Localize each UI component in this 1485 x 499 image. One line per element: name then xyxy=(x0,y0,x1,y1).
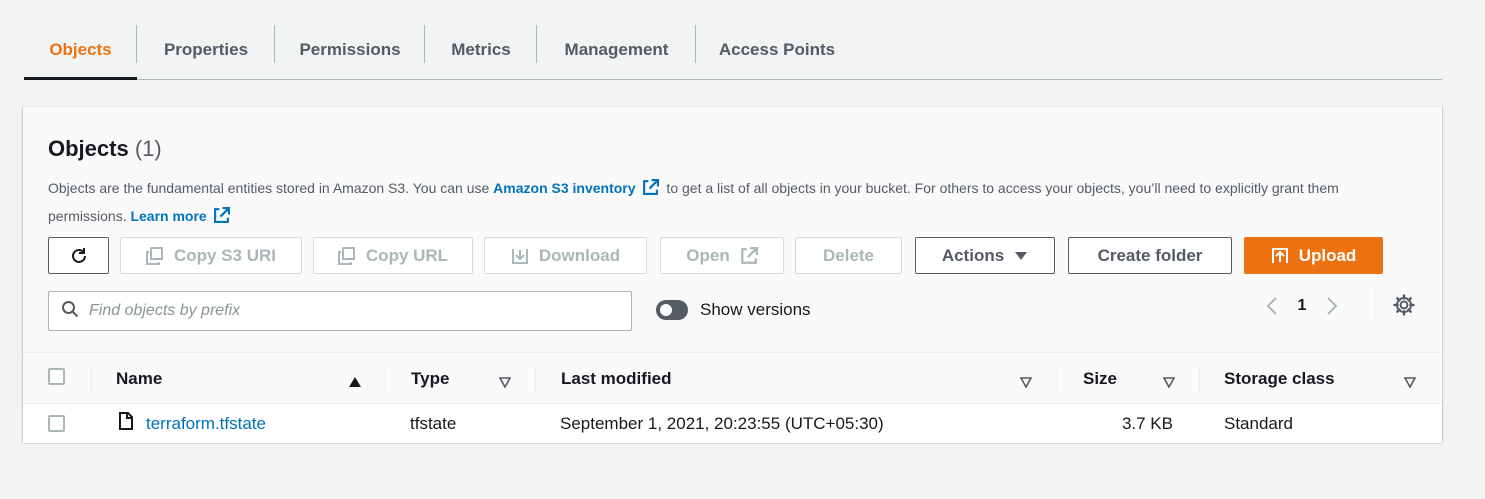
title-text: Objects xyxy=(48,136,129,161)
s3-inventory-link[interactable]: Amazon S3 inventory xyxy=(493,180,635,196)
column-header-type[interactable]: Type xyxy=(411,353,536,405)
prev-page-icon[interactable] xyxy=(1260,294,1284,318)
actions-label: Actions xyxy=(941,245,1005,265)
open-label: Open xyxy=(686,245,730,265)
column-storage-class-label: Storage class xyxy=(1224,369,1335,388)
copy-s3-uri-button[interactable]: Copy S3 URI xyxy=(120,237,302,274)
column-header-size[interactable]: Size xyxy=(1083,353,1200,405)
page-title: Objects (1) xyxy=(48,136,162,162)
delete-label: Delete xyxy=(822,245,875,265)
tab-objects[interactable]: Objects xyxy=(24,20,137,80)
tab-management[interactable]: Management xyxy=(537,20,696,79)
show-versions-control: Show versions xyxy=(656,300,811,320)
download-label: Download xyxy=(538,245,621,265)
object-size-cell: 3.7 KB xyxy=(1121,413,1173,433)
learn-more-link[interactable]: Learn more xyxy=(130,208,206,224)
column-name-label: Name xyxy=(116,369,163,388)
search-icon xyxy=(61,300,79,323)
sort-ascending-icon xyxy=(348,373,362,393)
upload-button[interactable]: Upload xyxy=(1244,237,1383,274)
caret-down-icon xyxy=(1014,250,1028,262)
column-type-label: Type xyxy=(411,369,450,388)
column-divider xyxy=(385,367,386,394)
open-button[interactable]: Open xyxy=(660,237,784,274)
toggle-knob xyxy=(660,304,672,316)
copy-icon xyxy=(145,246,164,265)
pager-divider xyxy=(1374,287,1375,322)
sort-icon xyxy=(1162,373,1176,393)
create-folder-button[interactable]: Create folder xyxy=(1068,237,1232,274)
object-name-link[interactable]: terraform.tfstate xyxy=(146,414,266,434)
upload-label: Upload xyxy=(1298,245,1357,265)
table-header: Name Type Last modified Size Storage cla… xyxy=(23,352,1442,404)
select-all-checkbox[interactable] xyxy=(48,368,65,385)
external-link-icon[interactable] xyxy=(642,179,659,204)
gear-icon[interactable] xyxy=(1393,294,1415,316)
refresh-icon xyxy=(69,246,89,266)
pagination: 1 xyxy=(1260,293,1344,318)
column-divider xyxy=(1057,367,1058,394)
copy-s3-uri-label: Copy S3 URI xyxy=(173,245,277,265)
external-link-icon[interactable] xyxy=(213,207,230,232)
object-last-modified-cell: September 1, 2021, 20:23:55 (UTC+05:30) xyxy=(560,413,884,433)
sort-icon xyxy=(1019,373,1033,393)
delete-button[interactable]: Delete xyxy=(795,237,902,274)
refresh-button[interactable] xyxy=(48,237,109,274)
objects-panel: Objects (1) Objects are the fundamental … xyxy=(23,106,1442,443)
download-button[interactable]: Download xyxy=(484,237,647,274)
upload-icon xyxy=(1271,247,1289,265)
current-page[interactable]: 1 xyxy=(1284,297,1320,315)
object-storage-class-cell: Standard xyxy=(1224,413,1293,433)
actions-dropdown[interactable]: Actions xyxy=(915,237,1055,274)
search-input[interactable] xyxy=(89,302,589,320)
copy-url-label: Copy URL xyxy=(365,245,449,265)
column-last-modified-label: Last modified xyxy=(561,369,672,388)
tab-permissions[interactable]: Permissions xyxy=(275,20,425,79)
column-divider xyxy=(1199,367,1200,394)
external-link-icon xyxy=(740,246,758,265)
copy-icon xyxy=(337,246,356,265)
bucket-tabs: Objects Properties Permissions Metrics M… xyxy=(24,20,1442,80)
object-name-cell: terraform.tfstate xyxy=(118,404,266,443)
column-divider xyxy=(535,367,536,394)
row-checkbox[interactable] xyxy=(48,415,65,432)
tab-metrics[interactable]: Metrics xyxy=(425,20,537,79)
column-header-name[interactable]: Name xyxy=(116,353,386,405)
desc-text-1: Objects are the fundamental entities sto… xyxy=(48,180,494,196)
file-icon xyxy=(118,412,134,435)
copy-url-button[interactable]: Copy URL xyxy=(313,237,473,274)
tab-properties[interactable]: Properties xyxy=(137,20,275,79)
create-folder-label: Create folder xyxy=(1097,245,1203,265)
object-count: (1) xyxy=(134,136,162,161)
show-versions-toggle[interactable] xyxy=(656,300,688,320)
download-icon xyxy=(511,247,529,265)
tab-access-points[interactable]: Access Points xyxy=(696,20,858,79)
column-size-label: Size xyxy=(1083,369,1118,388)
sort-icon xyxy=(498,373,512,393)
panel-description: Objects are the fundamental entities sto… xyxy=(48,176,1398,232)
table-row[interactable]: terraform.tfstate tfstate September 1, 2… xyxy=(23,404,1442,443)
next-page-icon[interactable] xyxy=(1320,294,1344,318)
sort-icon xyxy=(1403,373,1417,393)
object-type-cell: tfstate xyxy=(410,413,457,433)
column-divider xyxy=(91,367,92,394)
search-field[interactable] xyxy=(48,291,632,331)
show-versions-label: Show versions xyxy=(700,300,811,319)
column-header-storage-class[interactable]: Storage class xyxy=(1224,353,1419,405)
column-header-last-modified[interactable]: Last modified xyxy=(561,353,1058,405)
